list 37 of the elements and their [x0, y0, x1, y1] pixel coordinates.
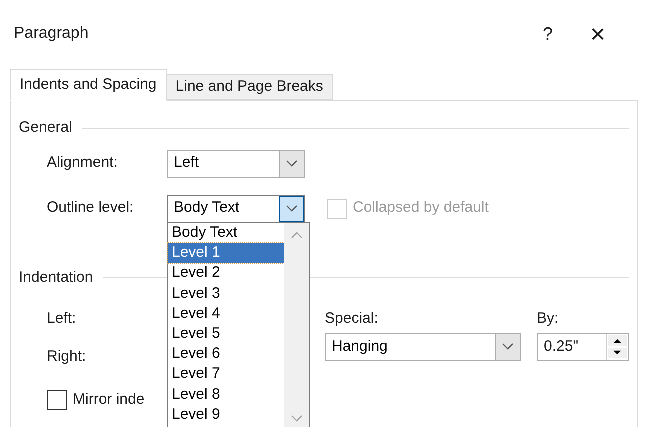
spin-arrows-icon: [606, 334, 628, 360]
field-label: Special:: [325, 309, 380, 329]
scroll-down-icon: [290, 415, 302, 423]
checkbox[interactable]: [47, 390, 67, 410]
dropdown-option[interactable]: Level 5: [168, 324, 284, 344]
section-heading: Indentation: [19, 268, 94, 288]
dropdown-option[interactable]: Body Text: [168, 223, 284, 244]
dropdown-option[interactable]: Level 8: [168, 384, 284, 405]
dropdown-option[interactable]: Level 6: [168, 344, 284, 364]
dropdown[interactable]: Hanging: [325, 333, 521, 361]
dropdown-option[interactable]: Level 4: [168, 304, 284, 324]
tab[interactable]: Line and Page Breaks: [166, 74, 334, 100]
chevron-down-icon: [502, 343, 514, 351]
window-title: Paragraph: [14, 24, 90, 44]
spin-field[interactable]: 0.25": [537, 333, 629, 361]
dropdown-option[interactable]: Level 7: [168, 364, 284, 384]
tab[interactable]: Indents and Spacing: [10, 69, 167, 101]
dropdown[interactable]: Left: [167, 150, 305, 178]
field-label: Right:: [47, 347, 86, 367]
field-label: Outline level:: [47, 198, 135, 218]
help-button[interactable]: ?: [528, 20, 568, 48]
scroll-up-icon: [290, 231, 302, 239]
checkbox-label: Mirror inde: [73, 390, 145, 410]
checkbox-label: Collapsed by default: [353, 198, 489, 218]
dropdown-option[interactable]: Level 2: [168, 263, 284, 284]
field-label: By:: [537, 309, 560, 329]
dropdown[interactable]: Body Text: [167, 194, 305, 222]
dropdown-option[interactable]: Level 3: [168, 284, 284, 304]
chevron-down-icon: [286, 204, 298, 212]
close-button[interactable]: ×: [568, 14, 628, 54]
chevron-down-icon: [286, 160, 298, 168]
field-label: Alignment:: [47, 153, 119, 174]
dropdown-option[interactable]: Level 1: [168, 243, 284, 264]
section-heading: General: [19, 118, 72, 138]
scrollbar[interactable]: [284, 223, 309, 427]
dropdown-option[interactable]: Level 9: [168, 404, 284, 425]
field-label: Left:: [47, 309, 76, 329]
